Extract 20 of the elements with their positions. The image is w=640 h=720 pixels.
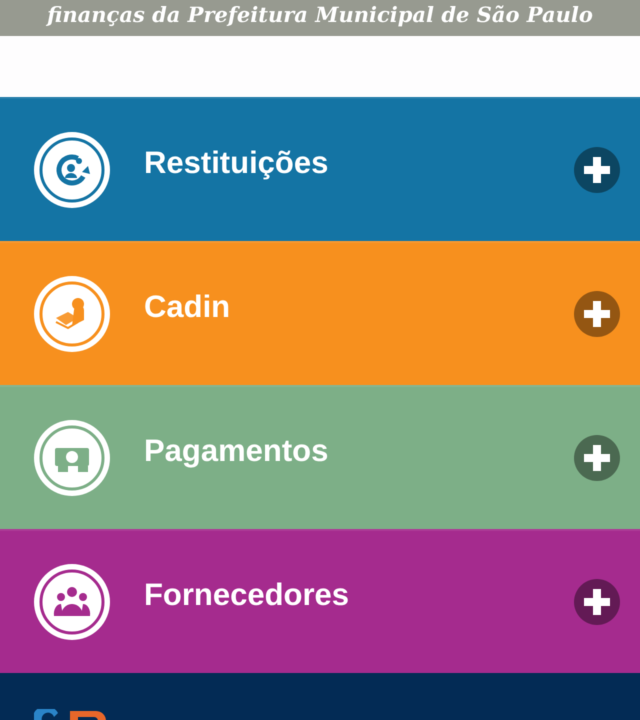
refund-icon [32, 130, 112, 210]
logo-icon [34, 709, 108, 720]
menu-row[interactable]: Restituições [0, 97, 640, 241]
menu-label: Fornecedores [144, 577, 350, 613]
menu-row[interactable]: Fornecedores [0, 529, 640, 673]
cash-icon [32, 418, 112, 498]
expand-button[interactable] [574, 435, 620, 481]
menu-label: Restituições [144, 145, 330, 181]
group-icon [32, 562, 112, 642]
plus-icon [582, 299, 612, 329]
header-subtitle: finanças da Prefeitura Municipal de São Paulo [47, 2, 593, 29]
expand-button[interactable] [574, 291, 620, 337]
debtor-icon [32, 274, 112, 354]
menu-label: Cadin [144, 289, 232, 325]
menu-label: Pagamentos [144, 433, 330, 469]
expand-button[interactable] [574, 579, 620, 625]
expand-button[interactable] [574, 147, 620, 193]
plus-icon [582, 155, 612, 185]
plus-icon [582, 443, 612, 473]
plus-icon [582, 587, 612, 617]
